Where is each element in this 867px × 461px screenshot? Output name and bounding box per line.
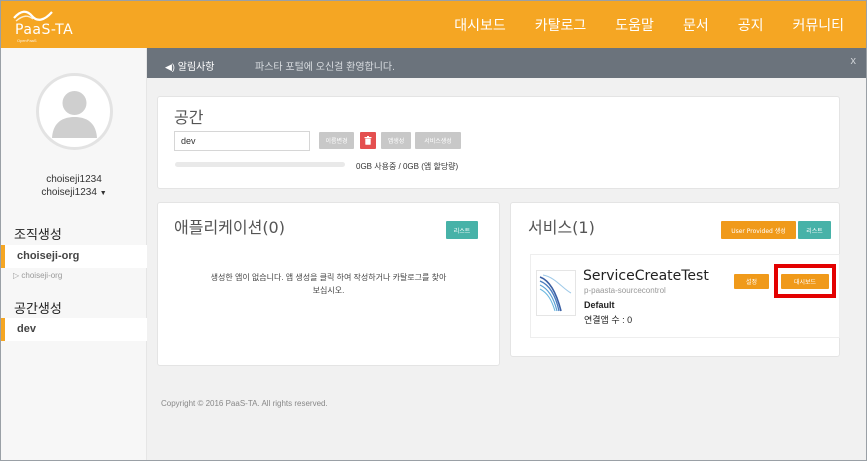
main-nav: 대시보드 카탈로그 도움말 문서 공지 커뮤니티 [425, 1, 844, 48]
apps-empty-line2: 보십시오. [312, 286, 345, 295]
notice-label: ◀) 알림사항 [165, 58, 215, 73]
notice-message: 파스타 포털에 오신걸 환영합니다. [255, 62, 395, 73]
space-usage-bar [175, 162, 345, 167]
app-create-button[interactable]: 앱생성 [381, 132, 411, 149]
brand-subtitle: OpenPaaS [17, 38, 37, 43]
sidebar-item-space[interactable]: dev [1, 318, 147, 341]
sidebar: choiseji1234 choiseji1234 ▼ 조직생성 choisej… [1, 48, 147, 460]
service-bound-apps: 연결앱 수 : 0 [584, 315, 633, 325]
space-title: 공간 [174, 108, 204, 127]
user-provided-create-button[interactable]: User Provided 생성 [721, 221, 796, 239]
logo-wave-icon [13, 10, 53, 22]
apps-empty-line1: 생성한 앱이 없습니다. 앱 생성을 클릭 하여 작성하거나 카탈로그를 찾아 [210, 273, 447, 282]
space-section-title[interactable]: 공간생성 [14, 298, 62, 317]
service-name[interactable]: ServiceCreateTest [583, 268, 709, 284]
speaker-icon: ◀) [165, 62, 175, 72]
space-name-input[interactable] [174, 131, 310, 151]
rename-button[interactable]: 이름변경 [319, 132, 354, 149]
nav-help[interactable]: 도움말 [615, 15, 654, 35]
footer-copyright: Copyright © 2016 PaaS-TA. All rights res… [161, 399, 328, 408]
nav-docs[interactable]: 문서 [683, 15, 709, 35]
services-list-button[interactable]: 리스트 [798, 221, 831, 239]
service-wing-icon [539, 274, 572, 312]
service-logo [536, 270, 576, 316]
service-plan: Default [584, 300, 615, 310]
sidebar-sub-org-label: choiseji-org [21, 271, 63, 280]
user-dropdown-label: choiseji1234 [41, 187, 97, 198]
avatar[interactable] [36, 73, 113, 150]
user-dropdown[interactable]: choiseji1234 ▼ [1, 187, 147, 198]
space-usage-text: 0GB 사용중 / 0GB (앱 할당량) [356, 162, 459, 171]
sidebar-sub-org[interactable]: ▷ choiseji-org [13, 271, 62, 280]
notice-label-text: 알림사항 [177, 62, 215, 73]
service-create-button[interactable]: 서비스생성 [415, 132, 461, 149]
service-broker: p-paasta-sourcecontrol [584, 286, 666, 295]
triangle-right-icon: ▷ [13, 271, 20, 280]
caret-down-icon: ▼ [99, 190, 107, 197]
apps-list-button[interactable]: 리스트 [446, 221, 478, 239]
top-navbar: PaaS-TA OpenPaaS 대시보드 카탈로그 도움말 문서 공지 커뮤니… [1, 1, 866, 48]
brand-name: PaaS-TA [15, 22, 74, 38]
notice-bar: ◀) 알림사항 파스타 포털에 오신걸 환영합니다. x [147, 48, 866, 78]
nav-community[interactable]: 커뮤니티 [792, 15, 844, 35]
org-section-title[interactable]: 조직생성 [14, 224, 62, 243]
sidebar-item-org[interactable]: choiseji-org [1, 245, 147, 268]
applications-title: 애플리케이션(0) [174, 218, 285, 237]
trash-icon [364, 136, 372, 145]
paasta-logo[interactable]: PaaS-TA OpenPaaS [11, 7, 81, 43]
nav-catalog[interactable]: 카탈로그 [535, 15, 587, 35]
apps-empty-message: 생성한 앱이 없습니다. 앱 생성을 클릭 하여 작성하거나 카탈로그를 찾아 … [157, 271, 500, 297]
services-title: 서비스(1) [528, 218, 595, 237]
highlight-box [774, 264, 836, 298]
user-silhouette-icon [52, 91, 97, 138]
user-id: choiseji1234 [46, 174, 102, 185]
app-window: PaaS-TA OpenPaaS 대시보드 카탈로그 도움말 문서 공지 커뮤니… [0, 0, 867, 461]
nav-notice[interactable]: 공지 [738, 15, 764, 35]
nav-dashboard[interactable]: 대시보드 [454, 15, 506, 35]
close-icon[interactable]: x [851, 55, 857, 67]
service-settings-button[interactable]: 설정 [734, 274, 769, 289]
delete-button[interactable] [360, 132, 376, 149]
